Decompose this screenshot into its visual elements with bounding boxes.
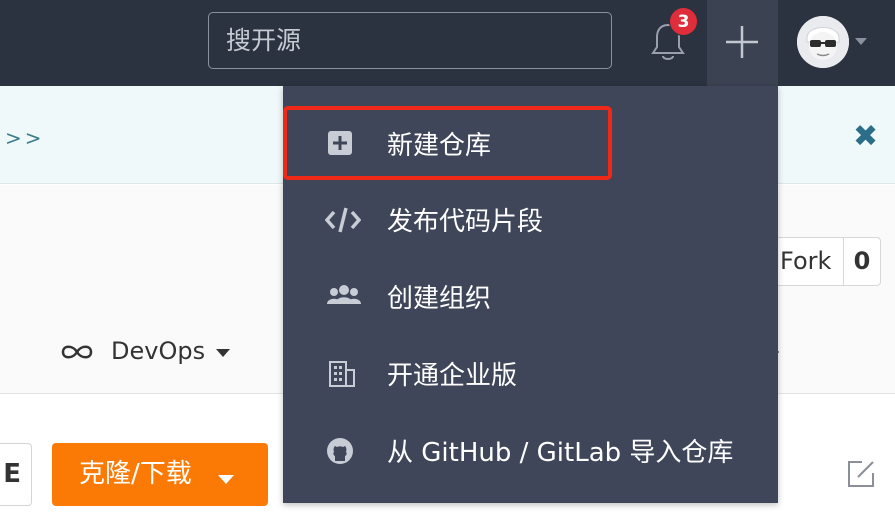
caret-down-icon — [218, 475, 234, 484]
partial-button[interactable]: E — [0, 443, 32, 506]
search-input[interactable] — [208, 12, 612, 69]
menu-item-label: 创建组织 — [387, 284, 492, 314]
menu-item-label: 从 GitHub / GitLab 导入仓库 — [387, 438, 734, 468]
menu-item-label: 开通企业版 — [387, 361, 518, 391]
highlight-box — [283, 106, 612, 180]
clone-download-label: 克隆/下载 — [79, 459, 192, 489]
github-icon — [325, 436, 357, 466]
banner-link[interactable]: >> — [5, 126, 45, 150]
avatar-dropdown-caret-icon[interactable] — [855, 38, 867, 45]
infinity-icon — [61, 345, 93, 359]
code-icon — [324, 205, 362, 235]
devops-label: DevOps — [111, 337, 206, 365]
avatar[interactable] — [797, 16, 849, 68]
menu-item-label: 发布代码片段 — [387, 207, 544, 237]
create-new-button[interactable] — [707, 0, 778, 86]
fork-button[interactable]: Fork — [775, 237, 843, 286]
close-icon[interactable]: ✖ — [853, 119, 878, 155]
menu-item-import-repo[interactable]: 从 GitHub / GitLab 导入仓库 — [283, 414, 778, 486]
menu-item-create-org[interactable]: 创建组织 — [283, 260, 778, 332]
users-icon — [325, 282, 361, 312]
notification-badge: 3 — [669, 7, 698, 36]
plus-icon — [726, 26, 758, 58]
edit-icon[interactable] — [846, 459, 876, 493]
caret-down-icon — [216, 349, 230, 357]
fork-count[interactable]: 0 — [843, 237, 881, 286]
menu-item-enterprise[interactable]: 开通企业版 — [283, 337, 778, 409]
avatar-image — [797, 16, 849, 68]
clone-download-button[interactable]: 克隆/下载 — [52, 443, 268, 506]
building-icon — [325, 359, 357, 389]
menu-item-publish-snippet[interactable]: 发布代码片段 — [283, 183, 778, 255]
